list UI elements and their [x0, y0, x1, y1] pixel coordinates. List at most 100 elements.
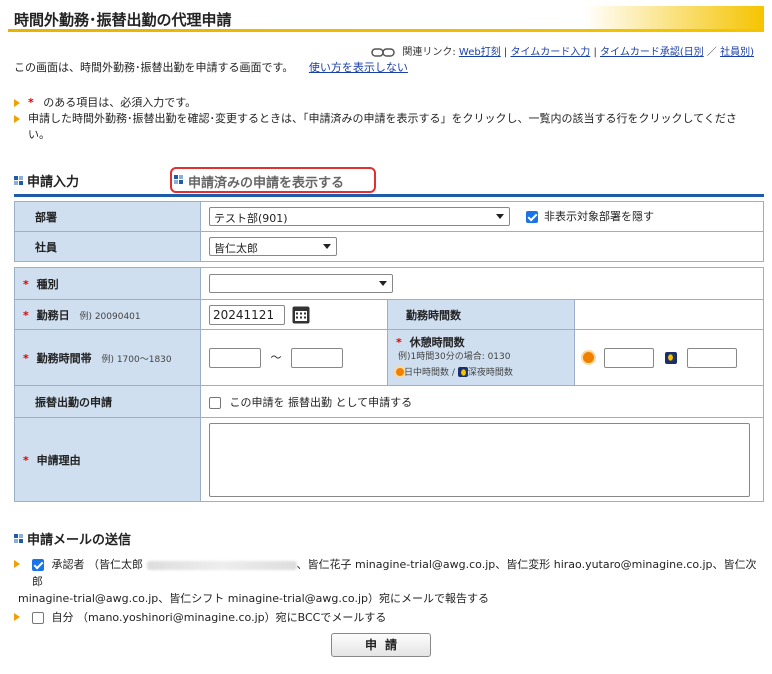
link-timecard-approve-employee[interactable]: 社員別) — [720, 47, 754, 58]
approver-mail-checkbox[interactable] — [32, 559, 44, 571]
required-mark: * — [23, 308, 29, 322]
mail-self-row: 自分 （mano.yoshinori@minagine.co.jp）宛にBCCで… — [14, 609, 764, 626]
break-legend: 日中時間数 / 深夜時間数 — [396, 366, 574, 380]
chevron-down-icon — [379, 281, 387, 286]
break-cell — [574, 329, 764, 386]
tab-show-submitted[interactable]: 申請済みの申請を表示する — [170, 167, 376, 193]
tab-input-label: 申請入力 — [27, 175, 80, 190]
type-select[interactable] — [209, 274, 393, 293]
required-mark: * — [23, 351, 29, 365]
type-label-cell: * 種別 — [14, 267, 201, 300]
date-input[interactable]: 20241121 — [209, 304, 285, 325]
mail-approver-row: 承認者 （皆仁太郎 、皆仁花子 minagine-trial@awg.co.jp… — [14, 556, 764, 590]
type-label: 種別 — [36, 277, 59, 291]
section-square-icon — [14, 176, 23, 185]
date-label-cell: * 勤務日 例) 20090401 — [14, 299, 201, 330]
notes: * のある項目は、必須入力です。 申請した時間外勤務･振替出勤を確認･変更すると… — [14, 95, 754, 143]
redacted-email — [146, 560, 297, 570]
required-mark: * — [28, 96, 34, 109]
substitute-text: この申請を 振替出勤 として申請する — [229, 395, 413, 409]
links-label: 関連リンク: — [402, 47, 456, 58]
date-input-value: 20241121 — [213, 307, 275, 322]
note-view-submitted: 申請した時間外勤務･振替出勤を確認･変更するときは、「申請済みの申請を表示する」… — [14, 111, 754, 143]
required-mark: * — [23, 453, 29, 467]
mail-options: 承認者 （皆仁太郎 、皆仁花子 minagine-trial@awg.co.jp… — [14, 556, 764, 626]
note-view-submitted-text: 申請した時間外勤務･振替出勤を確認･変更するときは、「申請済みの申請を表示する」… — [28, 112, 737, 141]
mail-header-label: 申請メールの送信 — [27, 533, 132, 548]
chevron-down-icon — [496, 214, 504, 219]
chain-link-icon — [371, 47, 395, 57]
date-label: 勤務日 — [36, 308, 70, 322]
page-title: 時間外勤務･振替出勤の代理申請 — [14, 11, 232, 29]
work-time-end-input[interactable] — [291, 347, 343, 368]
link-timecard-input[interactable]: タイムカード入力 — [510, 47, 590, 58]
break-day-label: 日中時間数 — [404, 367, 450, 378]
note-required: * のある項目は、必須入力です。 — [14, 95, 754, 111]
self-bcc-text: 自分 （mano.yoshinori@minagine.co.jp）宛にBCCで… — [51, 611, 387, 624]
substitute-cell: この申請を 振替出勤 として申請する — [200, 385, 764, 418]
moon-icon — [665, 351, 677, 364]
work-hours-label: 勤務時間数 — [387, 299, 575, 330]
link-slash: ／ — [706, 47, 717, 58]
break-night-label: 深夜時間数 — [467, 367, 513, 378]
tilde: ～ — [270, 350, 282, 364]
calendar-icon[interactable] — [292, 306, 310, 324]
employee-label: 社員 — [14, 231, 201, 262]
submit-button[interactable]: 申請 — [331, 633, 431, 657]
break-sep: / — [451, 367, 455, 378]
work-hours-value-cell — [574, 299, 764, 330]
note-required-text: のある項目は、必須入力です。 — [43, 96, 197, 109]
bullet-triangle-icon — [14, 99, 20, 107]
work-time-example: 例) 1700～1830 — [101, 354, 172, 365]
reason-textarea[interactable] — [209, 422, 750, 497]
tab-input[interactable]: 申請入力 — [14, 171, 79, 190]
moon-icon — [457, 367, 468, 377]
work-time-label: 勤務時間帯 — [36, 351, 92, 365]
dept-select[interactable]: テスト部(901) — [209, 207, 510, 226]
employee-cell: 皆仁太郎 — [200, 231, 764, 262]
required-mark: * — [23, 277, 29, 291]
tab-show-submitted-label: 申請済みの申請を表示する — [188, 176, 345, 191]
bullet-triangle-icon — [14, 115, 20, 123]
date-example: 例) 20090401 — [79, 311, 141, 322]
substitute-label: 振替出勤の申請 — [14, 385, 201, 418]
work-time-cell: ～ — [200, 329, 388, 386]
reason-label-cell: * 申請理由 — [14, 417, 201, 502]
section-square-icon — [14, 534, 23, 543]
substitute-checkbox[interactable] — [209, 396, 221, 409]
self-bcc-checkbox[interactable] — [32, 612, 44, 624]
break-day-input[interactable] — [603, 347, 654, 368]
intro-text: この画面は、時間外勤務･振替出勤を申請する画面です。 使い方を表示しない — [14, 59, 408, 75]
request-form-table: * 種別 * 勤務日 例) 20090401 20241121 勤務時間数 * … — [14, 267, 764, 502]
bullet-triangle-icon — [14, 560, 20, 568]
reason-cell — [200, 417, 764, 502]
break-night-input[interactable] — [686, 347, 737, 368]
work-time-start-input[interactable] — [209, 347, 261, 368]
approver-line2: minagine-trial@awg.co.jp、皆仁シフト minagine-… — [18, 592, 490, 605]
link-timecard-approve-daily[interactable]: タイムカード承認(日別 — [600, 47, 704, 58]
required-mark: * — [396, 335, 402, 349]
sun-icon — [583, 352, 594, 363]
sun-icon — [396, 368, 404, 376]
work-time-label-cell: * 勤務時間帯 例) 1700～1830 — [14, 329, 201, 386]
break-label-row: * 休憩時間数 — [396, 336, 574, 350]
title-bar: 時間外勤務･振替出勤の代理申請 — [8, 6, 764, 32]
section-square-icon — [174, 175, 183, 184]
mail-section-header: 申請メールの送信 — [14, 529, 131, 548]
dept-select-value: テスト部(901) — [214, 212, 288, 225]
dept-label: 部署 — [14, 201, 201, 232]
type-cell — [200, 267, 764, 300]
chevron-down-icon — [323, 244, 331, 249]
bullet-triangle-icon — [14, 613, 20, 621]
approver-line1: 承認者 （皆仁太郎 — [51, 558, 144, 571]
break-example: 例)1時間30分の場合: 0130 — [398, 351, 511, 362]
dept-cell: テスト部(901) 非表示対象部署を隠す — [200, 201, 764, 232]
help-toggle-link[interactable]: 使い方を表示しない — [309, 61, 408, 74]
break-label: 休憩時間数 — [409, 335, 465, 349]
link-web-stamp[interactable]: Web打刻 — [459, 47, 501, 58]
date-cell: 20241121 — [200, 299, 388, 330]
dept-employee-table: 部署 テスト部(901) 非表示対象部署を隠す 社員 皆仁太郎 — [14, 201, 764, 262]
employee-select[interactable]: 皆仁太郎 — [209, 237, 337, 256]
reason-label: 申請理由 — [36, 453, 81, 467]
hide-dept-checkbox[interactable] — [525, 210, 538, 223]
